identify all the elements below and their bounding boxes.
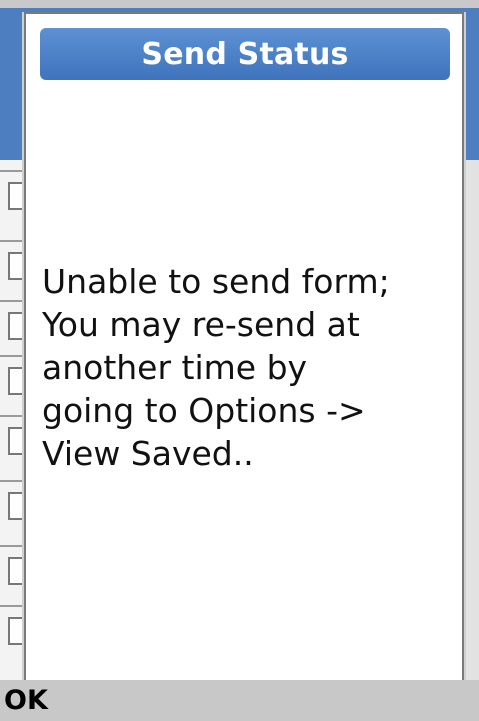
background-status-strip xyxy=(0,0,479,8)
send-status-dialog: Send Status Unable to send form; You may… xyxy=(24,12,464,680)
softkey-bar: OK xyxy=(0,680,479,721)
dialog-title-bar: Send Status xyxy=(40,28,450,80)
background-field-stub xyxy=(8,427,22,455)
ok-softkey-button[interactable]: OK xyxy=(4,684,48,718)
background-right-edge xyxy=(462,160,479,680)
background-field-stub xyxy=(8,617,22,645)
dialog-message-line: another time by xyxy=(42,348,308,387)
background-field-stub xyxy=(8,252,22,280)
dialog-message-line: going to Options -> xyxy=(42,391,366,430)
dialog-message-line: View Saved.. xyxy=(42,434,254,473)
dialog-message-line: Unable to send form; xyxy=(42,262,390,301)
background-field-stub xyxy=(8,312,22,340)
background-field-stub xyxy=(8,492,22,520)
background-field-stub xyxy=(8,367,22,395)
dialog-title: Send Status xyxy=(141,36,349,72)
screen: Send Status Unable to send form; You may… xyxy=(0,0,479,721)
background-field-stub xyxy=(8,557,22,585)
dialog-message-line: You may re-send at xyxy=(42,305,360,344)
background-field-stub xyxy=(8,182,22,210)
dialog-message: Unable to send form; You may re-send at … xyxy=(42,260,454,475)
